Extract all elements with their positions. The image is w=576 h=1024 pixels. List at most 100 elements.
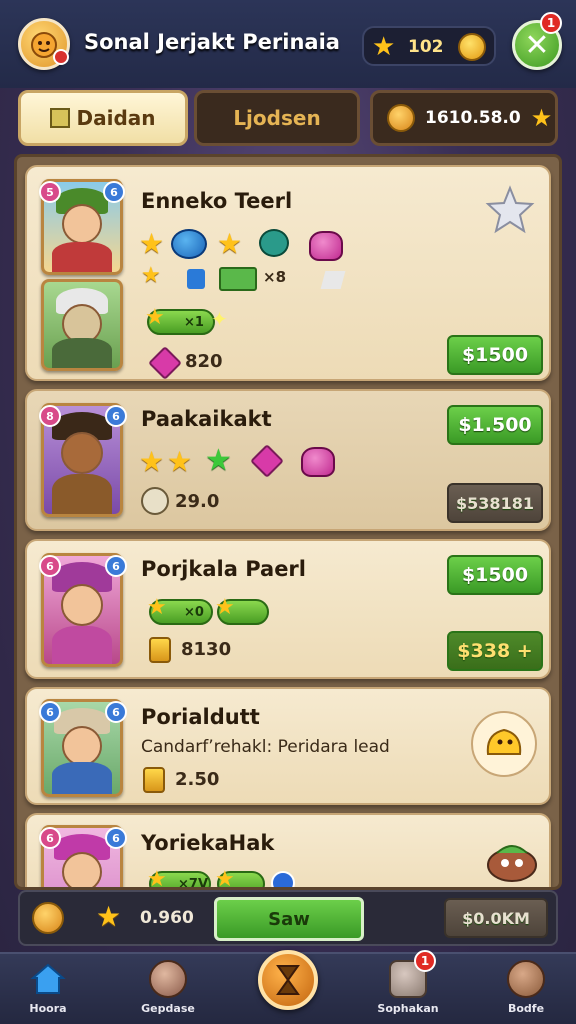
level-badge: 6 [39,827,61,849]
offer-card[interactable]: 6 6 Porialdutt Candarf’rehakl: Peridara … [25,687,551,805]
coin-icon [32,902,64,934]
nav-label: Hoora [29,1002,67,1015]
flag-icon [320,271,346,289]
info-icon[interactable] [271,871,295,887]
nav-label: Gepdase [141,1002,195,1015]
star-icon: ★ [372,32,396,62]
bonus-pill: ★ [215,595,269,625]
potion-icon [301,447,335,477]
profile-icon [507,960,545,998]
multiplier-label: ×8 [263,268,287,286]
rank-badge: 6 [105,701,127,723]
hourglass-icon [276,965,300,995]
gem-icon [250,444,284,478]
goblin-icon [483,835,541,885]
nav-sophakan[interactable]: Sophakan [368,960,448,1024]
nav-label: Sophakan [377,1002,439,1015]
stars-value: 102 [408,37,444,57]
offer-card[interactable]: 5 6 Enneko Teerl ★ ★ ★ ×8 ★ ×1 ✦ 820 $150… [25,165,551,381]
discount-button[interactable]: $338 + [447,631,543,671]
medal-icon [141,487,169,515]
offer-card[interactable]: 8 6 Paakaikakt ★ ★ ★ 29.0 $1.500 $538181 [25,389,551,531]
hero-portrait [41,279,123,371]
nav-bodfe[interactable]: Bodfe [486,960,566,1024]
shield-icon [259,229,289,257]
card-stat: 2.50 [175,769,220,790]
offer-card[interactable]: 6 6 YoriekaHak ★ ×7V ★ [25,813,551,887]
rank-badge: 6 [103,181,125,203]
favorite-star-icon[interactable] [485,185,535,235]
center-action-button[interactable] [258,950,318,1010]
bonus-pill: ★ [215,867,265,887]
save-button[interactable]: Saw [214,897,364,941]
top-bar: Sonal Jerjakt Perinaia ★ 102 ✕ 1 [0,0,576,88]
currency-value: 1610.58.0 [425,108,521,128]
player-name: Sonal Jerjakt Perinaia [84,30,340,54]
buy-button[interactable]: $1500 [447,555,543,595]
buy-button[interactable]: $1.500 [447,405,543,445]
card-stat: 29.0 [175,491,220,512]
offer-card[interactable]: 6 6 Porjkala Paerl ★ ×0 ★ 8130 $1500 $338… [25,539,551,679]
offers-panel: 5 6 Enneko Teerl ★ ★ ★ ×8 ★ ×1 ✦ 820 $150… [14,154,562,890]
tab-label: Daidan [76,106,156,130]
star-icon: ★ [217,227,243,260]
bonus-pill: ★ ×0 [147,595,213,625]
nav-label: Bodfe [507,1002,545,1015]
bonus-pill: ★ ×7V [147,867,211,887]
buy-button[interactable]: $1500 [447,335,543,375]
nav-badge: 1 [414,950,436,972]
coin-icon [149,637,171,663]
card-title: Paakaikakt [141,407,272,431]
notification-dot [53,49,69,65]
rank-badge: 6 [105,405,127,427]
player-avatar[interactable] [18,18,70,70]
rank-badge: 6 [105,555,127,577]
gem-icon [148,346,182,380]
alt-price-button[interactable]: $538181 [447,483,543,523]
scroll-icon [50,108,71,128]
card-stat: 820 [185,351,223,372]
level-badge: 8 [39,405,61,427]
nav-home[interactable]: Hoora [8,960,88,1024]
tab-label: Ljodsen [233,106,321,130]
star-icon: ★ [139,227,165,260]
slime-icon [486,728,522,755]
stars-counter[interactable]: ★ 102 [362,26,496,66]
star-icon: ★ [530,104,553,132]
coin-icon [387,104,415,132]
card-stat: 8130 [181,639,232,660]
home-icon [29,960,67,998]
tab-daidan[interactable]: Daidan [18,90,188,146]
reward-bubble[interactable] [471,711,537,777]
star-icon: ★ [96,900,122,933]
card-title: Porjkala Paerl [141,557,306,581]
tab-currency[interactable]: 1610.58.0 ★ [370,90,558,146]
card-title: Porialdutt [141,705,260,729]
card-title: YoriekaHak [141,831,275,855]
close-badge: 1 [540,12,562,34]
level-badge: 5 [39,181,61,203]
orb-icon [171,229,207,259]
card-title: Enneko Teerl [141,189,293,213]
sparkle-icon: ✦ [211,307,228,331]
level-badge: 6 [39,555,61,577]
gem-blue-icon [187,269,205,289]
level-badge: 6 [39,701,61,723]
nav-gepdase[interactable]: Gepdase [128,960,208,1024]
rank-badge: 6 [105,827,127,849]
tab-ljodsen[interactable]: Ljodsen [194,90,360,146]
green-star-icon: ★ [205,443,232,478]
potion-icon [309,231,343,261]
stars-total: 0.960 [140,908,194,928]
bonus-pill: ★ ×1 [145,305,215,335]
star-icon: ★ [167,445,193,478]
star-icon: ★ [141,263,161,288]
star-icon: ★ [139,445,165,478]
action-bar: ★ 0.960 Saw $0.0KM [18,890,558,946]
menu-icon [149,960,187,998]
card-subtitle: Candarf’rehakl: Peridara lead [141,737,390,757]
coin-icon [143,767,165,793]
cash-icon [219,267,257,291]
amount-button[interactable]: $0.0KM [444,898,548,938]
coin-icon [458,33,486,61]
